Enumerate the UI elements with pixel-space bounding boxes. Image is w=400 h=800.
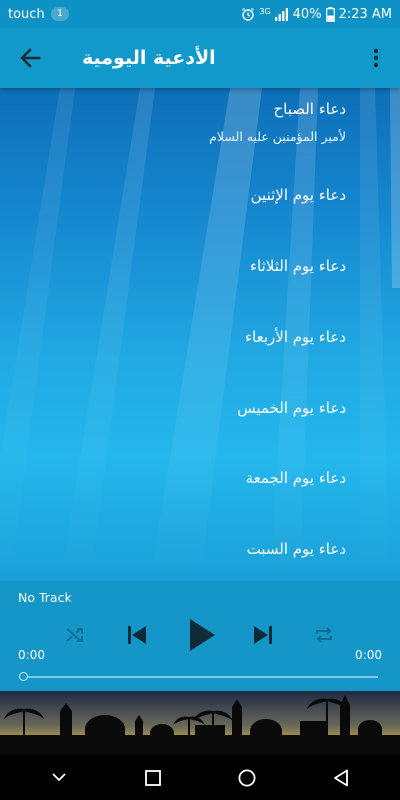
track-name: No Track — [18, 590, 72, 605]
previous-button[interactable] — [117, 615, 157, 655]
carrier-name: touch — [8, 6, 45, 22]
shuffle-button[interactable] — [55, 615, 95, 655]
notification-badge: 1 — [50, 7, 70, 21]
more-vert-icon — [373, 48, 379, 68]
play-button[interactable] — [182, 615, 222, 655]
audio-player: No Track 0:00 0:00 — [0, 581, 400, 691]
skip-previous-icon — [128, 626, 146, 644]
shuffle-icon — [66, 628, 83, 642]
content-area[interactable]: دعاء الصباح لأمير المؤمنين عليه السلام د… — [0, 88, 400, 581]
back-button[interactable] — [0, 28, 60, 88]
recent-apps-button[interactable] — [131, 756, 175, 800]
app-bar: الأدعية اليومية — [0, 28, 400, 88]
repeat-icon — [316, 627, 332, 643]
elapsed-time: 0:00 — [18, 648, 45, 662]
network-type: 3G — [259, 6, 271, 16]
status-bar: touch 1 3G 40% 2:23 AM — [0, 0, 400, 28]
list-item[interactable]: دعاء الصباح لأمير المؤمنين عليه السلام — [209, 100, 346, 144]
repeat-button[interactable] — [304, 615, 344, 655]
hide-nav-button[interactable] — [37, 756, 81, 800]
recent-apps-icon — [145, 769, 161, 786]
battery-percent: 40% — [292, 6, 322, 22]
page-title: الأدعية اليومية — [82, 47, 216, 69]
list-item-title: دعاء يوم الخميس — [237, 399, 346, 417]
home-icon — [238, 769, 256, 786]
list-item-title: دعاء الصباح — [273, 100, 346, 118]
list-item[interactable]: دعاء يوم الأربعاء — [245, 328, 346, 346]
next-button[interactable] — [243, 615, 283, 655]
seek-bar[interactable] — [22, 676, 378, 678]
list-item[interactable]: دعاء يوم السبت — [247, 540, 346, 558]
seek-thumb[interactable] — [19, 672, 28, 681]
list-item[interactable]: دعاء يوم الإثنين — [251, 186, 346, 204]
mosque-silhouette-banner — [0, 691, 400, 755]
list-item-title: دعاء يوم الإثنين — [250, 186, 346, 204]
signal-icon — [274, 7, 289, 21]
skip-next-icon — [254, 626, 272, 644]
battery-icon — [325, 6, 335, 22]
list-item-title: دعاء يوم السبت — [246, 540, 346, 558]
home-button[interactable] — [225, 756, 269, 800]
mosque-skyline-image — [0, 691, 400, 755]
arrow-back-icon — [20, 48, 41, 68]
system-navigation-bar — [0, 755, 400, 800]
list-item-title: دعاء يوم الثلاثاء — [249, 257, 346, 275]
total-duration: 0:00 — [355, 648, 382, 662]
list-item-title: دعاء يوم الجمعة — [245, 469, 346, 487]
clock: 2:23 AM — [338, 6, 392, 22]
list-item[interactable]: دعاء يوم الخميس — [237, 399, 346, 417]
system-back-button[interactable] — [319, 756, 363, 800]
chevron-down-icon — [52, 773, 66, 782]
list-item-subtitle: لأمير المؤمنين عليه السلام — [209, 129, 346, 144]
alarm-icon — [241, 7, 255, 21]
list-item[interactable]: دعاء يوم الجمعة — [246, 469, 346, 487]
back-triangle-icon — [334, 769, 348, 786]
screen: touch 1 3G 40% 2:23 AM الأدعية اليومية د… — [0, 0, 400, 800]
list-item[interactable]: دعاء يوم الثلاثاء — [250, 257, 346, 275]
play-icon — [190, 619, 215, 651]
list-item-title: دعاء يوم الأربعاء — [244, 328, 346, 346]
overflow-menu-button[interactable] — [352, 28, 400, 88]
